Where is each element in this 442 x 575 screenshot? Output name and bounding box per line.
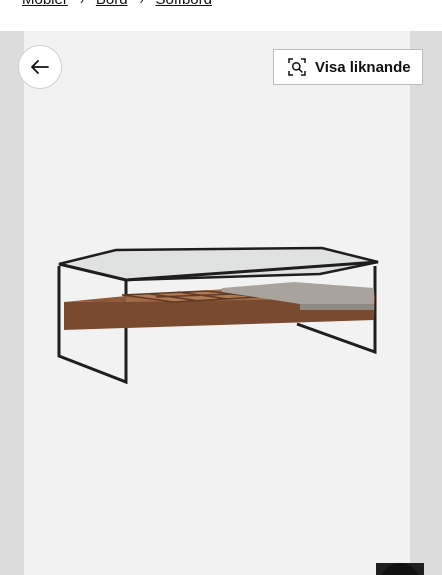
back-button[interactable]	[18, 45, 62, 89]
product-image[interactable]	[56, 244, 382, 386]
show-similar-button[interactable]: Visa liknande	[273, 49, 423, 85]
breadcrumb-item-mobler[interactable]: Möbler	[22, 0, 68, 8]
corner-action-button[interactable]	[376, 563, 424, 575]
visual-search-icon	[288, 58, 306, 76]
breadcrumb-item-bord[interactable]: Bord	[96, 0, 128, 8]
breadcrumb-separator: ›	[140, 0, 144, 7]
breadcrumb-separator: ›	[80, 0, 84, 7]
arrow-left-icon	[31, 60, 49, 74]
breadcrumb-bar: Möbler › Bord › Soffbord	[0, 0, 442, 30]
show-similar-label: Visa liknande	[315, 58, 411, 76]
breadcrumb: Möbler › Bord › Soffbord	[22, 0, 212, 8]
breadcrumb-item-soffbord[interactable]: Soffbord	[156, 0, 212, 8]
